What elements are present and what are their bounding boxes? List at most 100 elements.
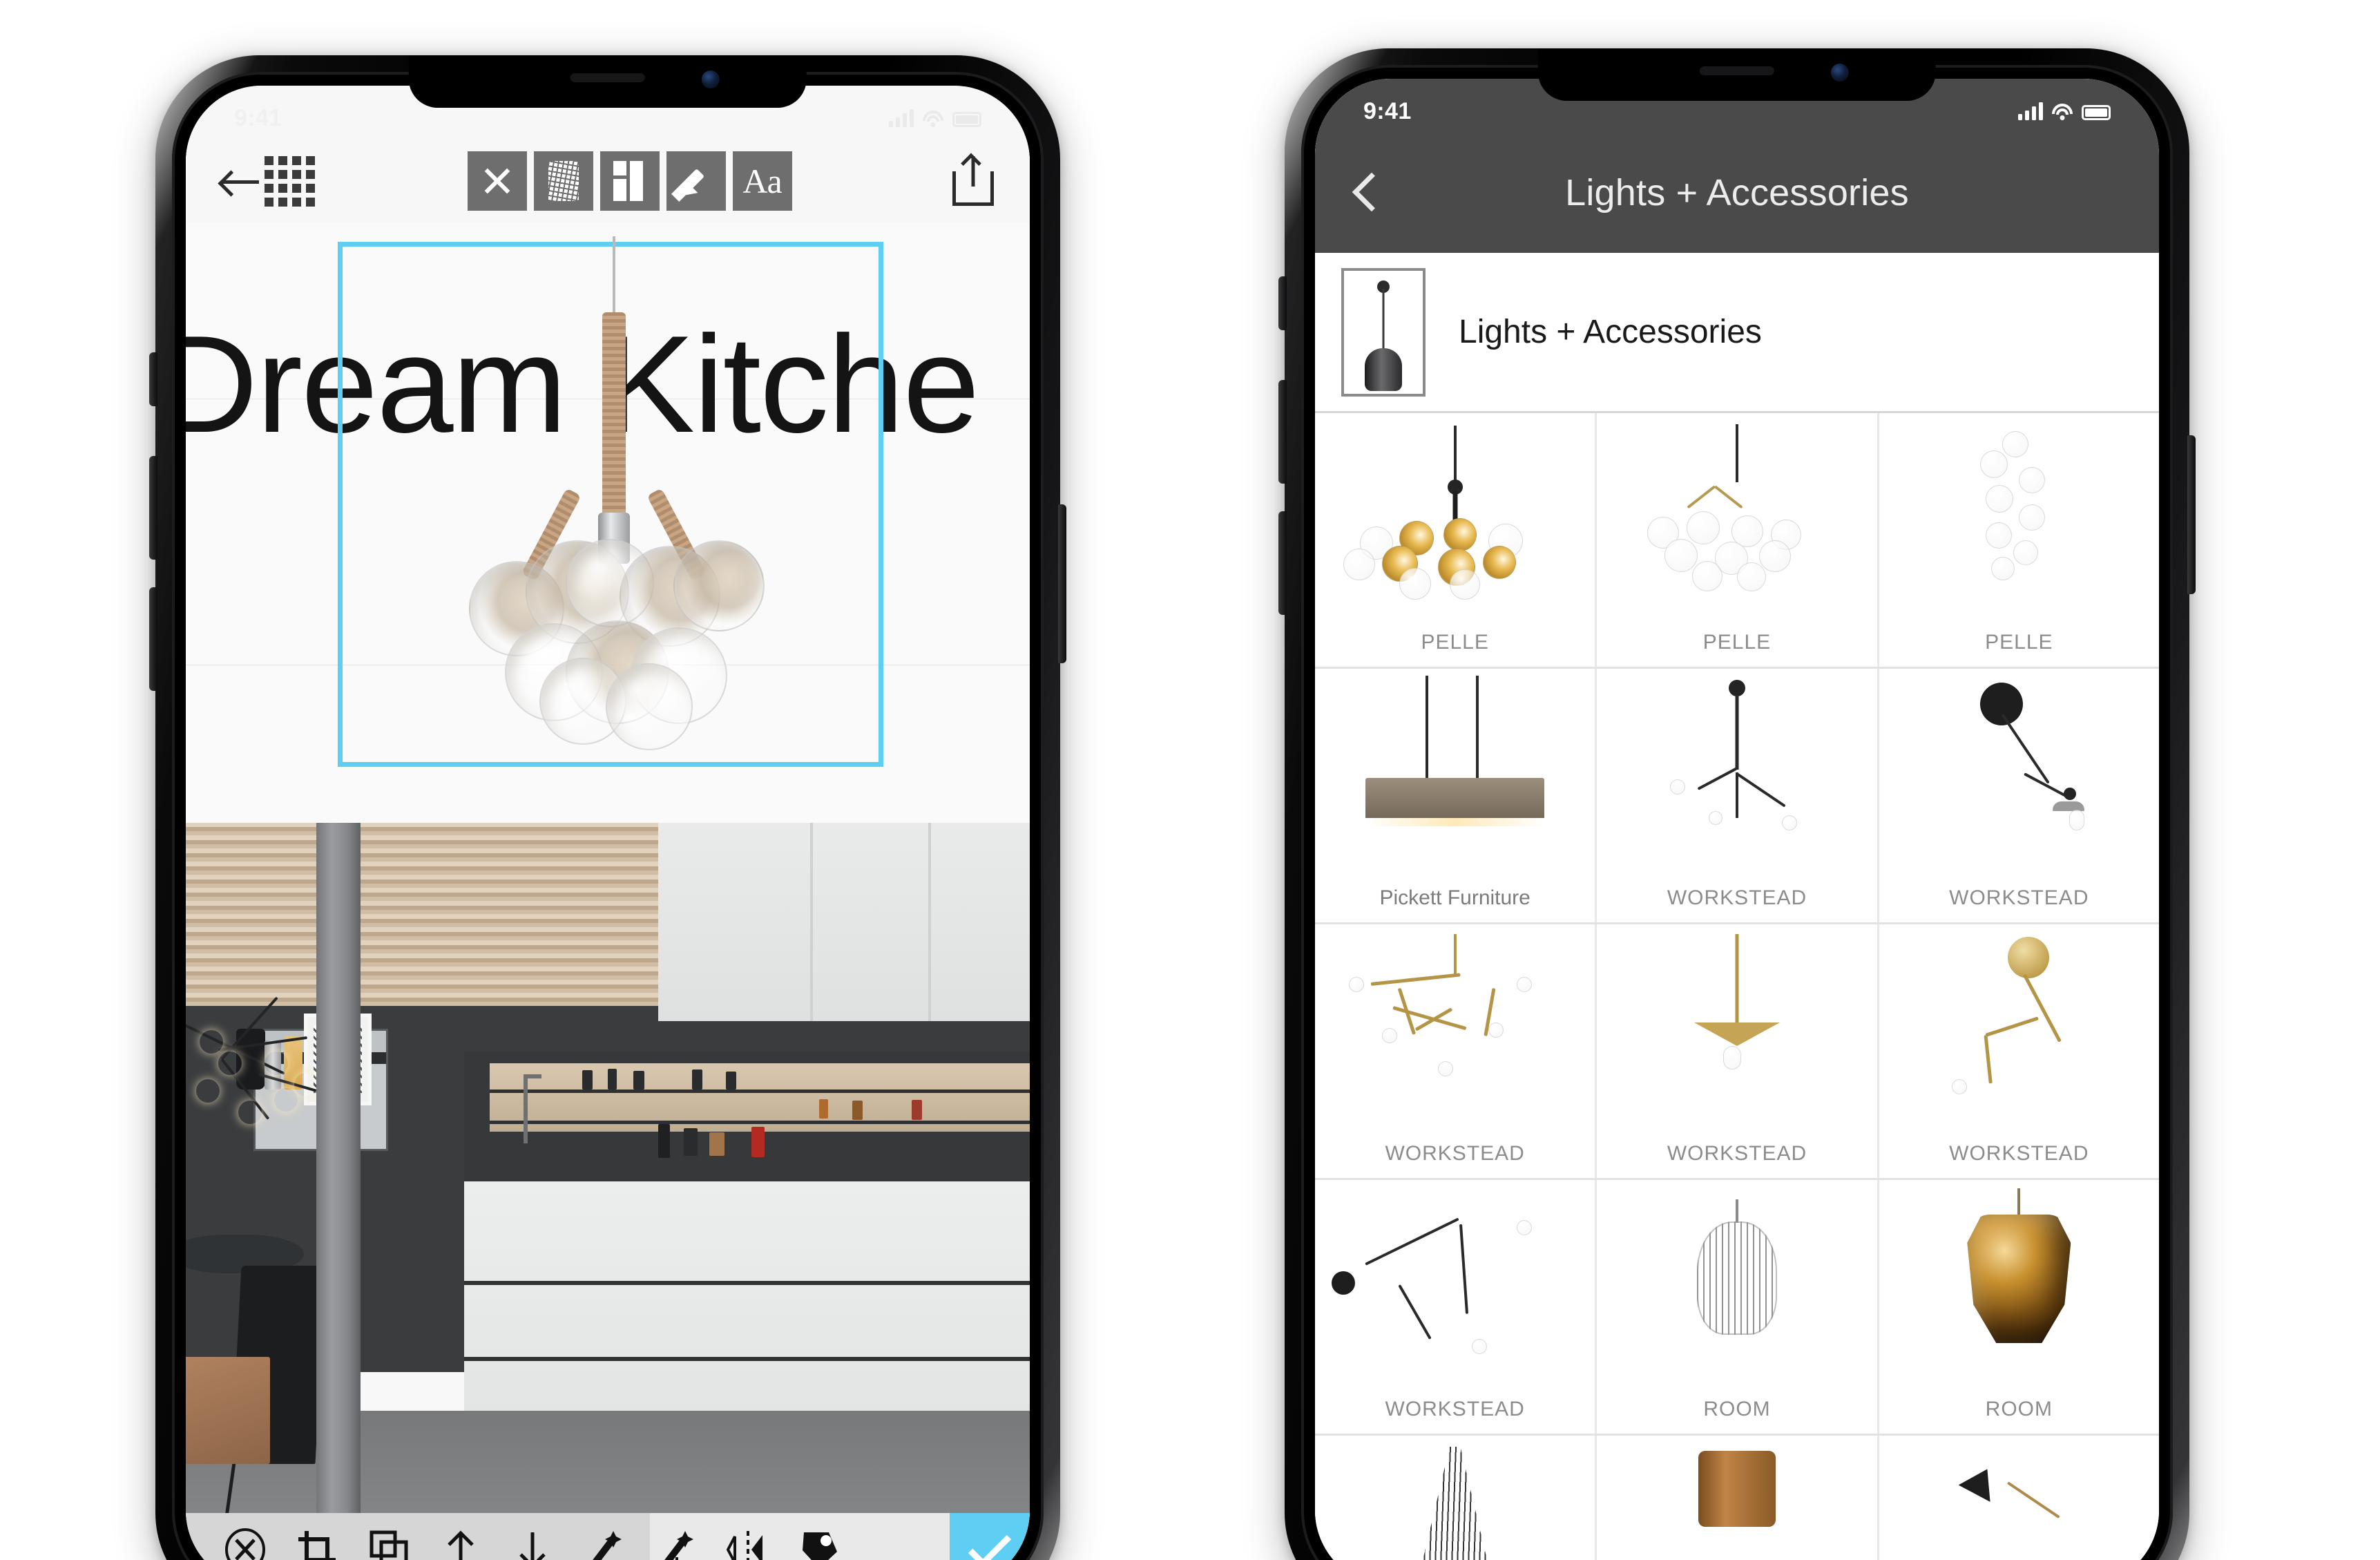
product-brand-label: PELLE (1985, 631, 2053, 654)
cardboard-box (186, 1357, 271, 1465)
product-cell[interactable] (1879, 1436, 2159, 1560)
cabinet-gap (810, 822, 814, 1021)
back-button[interactable] (1352, 166, 1395, 220)
island-drawer-line (464, 1357, 1030, 1362)
product-cell[interactable]: WORKSTEAD (1597, 924, 1879, 1178)
wifi-icon (2052, 104, 2073, 120)
concrete-pillar (316, 822, 361, 1556)
shelf-bottle (852, 1100, 863, 1120)
volume-down-button[interactable] (149, 587, 157, 691)
share-upload-icon[interactable] (952, 156, 994, 206)
product-cell[interactable]: WORKSTEAD (1597, 669, 1879, 922)
shelf-bottle (818, 1098, 828, 1119)
black-arm-sconce (1315, 1180, 1595, 1375)
left-phone-device: Dream Kitche Aa 9:41 (149, 55, 1066, 1560)
product-brand-label: PELLE (1702, 631, 1772, 654)
product-row: Pickett Furniture WORKSTEAD WORKSTEAD (1315, 669, 2159, 924)
page-title: Lights + Accessories (1565, 172, 1909, 213)
back-to-grid-button[interactable] (222, 155, 315, 207)
black-cone-task-lamp (1879, 1436, 2159, 1560)
chandelier-cord-wrap (602, 312, 626, 520)
product-brand-label: WORKSTEAD (1949, 886, 2089, 909)
brass-cone-pendant (1597, 924, 1877, 1119)
delete-button[interactable] (209, 1513, 281, 1560)
send-backward-button[interactable] (497, 1513, 568, 1560)
product-cell[interactable]: PELLE (1879, 413, 2159, 667)
product-grid[interactable]: PELLE PELLE PELLE Pickett Furniture WORK… (1315, 413, 2159, 1560)
collection-header-row[interactable]: Lights + Accessories (1315, 253, 2159, 413)
text-tool-button[interactable]: Aa (732, 151, 792, 211)
chevron-left-icon (1352, 172, 1392, 212)
battery-icon (2082, 105, 2111, 120)
product-cell[interactable]: WORKSTEAD (1879, 924, 2159, 1178)
right-phone-screen: Lights + Accessories 9:41 Lights + Acces… (1315, 79, 2159, 1560)
magic-erase-button[interactable] (568, 1513, 640, 1560)
front-camera (701, 70, 720, 88)
product-list-app: Lights + Accessories 9:41 Lights + Acces… (1315, 79, 2159, 1560)
gold-bubble-chandelier (1315, 413, 1595, 608)
product-cell[interactable]: ROOM (1879, 1180, 2159, 1434)
battery-icon (952, 112, 981, 127)
linear-box-pendant (1315, 669, 1595, 864)
kitchen-scene-image (186, 822, 1030, 1560)
product-cell[interactable]: Pickett Furniture (1315, 669, 1597, 922)
product-row: PELLE PELLE PELLE (1315, 413, 2159, 669)
bring-forward-button[interactable] (425, 1513, 497, 1560)
product-cell[interactable] (1315, 1436, 1597, 1560)
flip-button[interactable] (712, 1513, 784, 1560)
volume-down-button[interactable] (1278, 511, 1287, 615)
tag-button[interactable] (784, 1513, 856, 1560)
cabinet-gap (928, 822, 932, 1021)
editor-top-toolbar: Aa (186, 140, 1030, 222)
mute-switch[interactable] (1278, 276, 1287, 330)
product-brand-label: WORKSTEAD (1385, 1398, 1525, 1420)
close-tool-button[interactable] (467, 151, 527, 211)
duplicate-button[interactable] (353, 1513, 425, 1560)
wire-cage-pendant (1597, 1180, 1877, 1375)
wifi-icon (923, 111, 943, 127)
crop-button[interactable] (281, 1513, 353, 1560)
product-brand-label: WORKSTEAD (1667, 886, 1807, 909)
product-cell[interactable] (1597, 1436, 1879, 1560)
counter-canister (683, 1128, 698, 1156)
product-brand-label: WORKSTEAD (1949, 1142, 2089, 1165)
mesh-tool-button[interactable] (533, 151, 593, 211)
product-cell[interactable]: WORKSTEAD (1879, 669, 2159, 922)
mesh-grid-icon (548, 161, 579, 201)
wood-cylinder-pendant (1597, 1436, 1877, 1560)
product-cell[interactable]: PELLE (1315, 413, 1597, 667)
editor-bottom-toolbar (186, 1513, 1030, 1560)
product-brand-label: Pickett Furniture (1379, 886, 1530, 909)
volume-up-button[interactable] (149, 456, 157, 560)
amber-glass-pendant (1879, 1180, 2159, 1375)
product-cell[interactable]: WORKSTEAD (1315, 1180, 1597, 1434)
kitchen-island (464, 1181, 1030, 1411)
volume-up-button[interactable] (1278, 380, 1287, 484)
cellular-bars-icon (889, 109, 914, 127)
product-cell[interactable]: ROOM (1597, 1180, 1879, 1434)
draw-tool-button[interactable] (666, 151, 726, 211)
text-aa-icon: Aa (742, 162, 782, 200)
wire-whisk-pendant (1315, 1436, 1595, 1560)
power-button[interactable] (1058, 504, 1066, 663)
magic-add-button[interactable] (640, 1513, 712, 1560)
silver-bubble-chandelier-object[interactable] (462, 236, 766, 750)
editor-tool-cluster: Aa (467, 151, 792, 211)
layout-tool-button[interactable] (599, 151, 660, 211)
confirm-button[interactable] (950, 1513, 1030, 1560)
product-brand-label: WORKSTEAD (1385, 1142, 1525, 1165)
clear-bubble-chandelier (1597, 413, 1877, 608)
wand-minus-icon (593, 1531, 622, 1560)
product-cell[interactable]: WORKSTEAD (1315, 924, 1597, 1178)
design-editor-app: Dream Kitche Aa 9:41 (186, 86, 1030, 1560)
status-time: 9:41 (1363, 97, 1412, 124)
brass-mobile-chandelier (1315, 924, 1595, 1119)
editor-canvas[interactable]: Dream Kitche (186, 222, 1030, 1560)
flip-horizontal-icon (727, 1531, 762, 1560)
crop-icon (298, 1531, 336, 1560)
product-cell[interactable]: PELLE (1597, 413, 1879, 667)
mute-switch[interactable] (149, 352, 157, 406)
power-button[interactable] (2187, 435, 2196, 594)
front-camera (1830, 64, 1849, 82)
cellular-bars-icon (2018, 102, 2043, 120)
